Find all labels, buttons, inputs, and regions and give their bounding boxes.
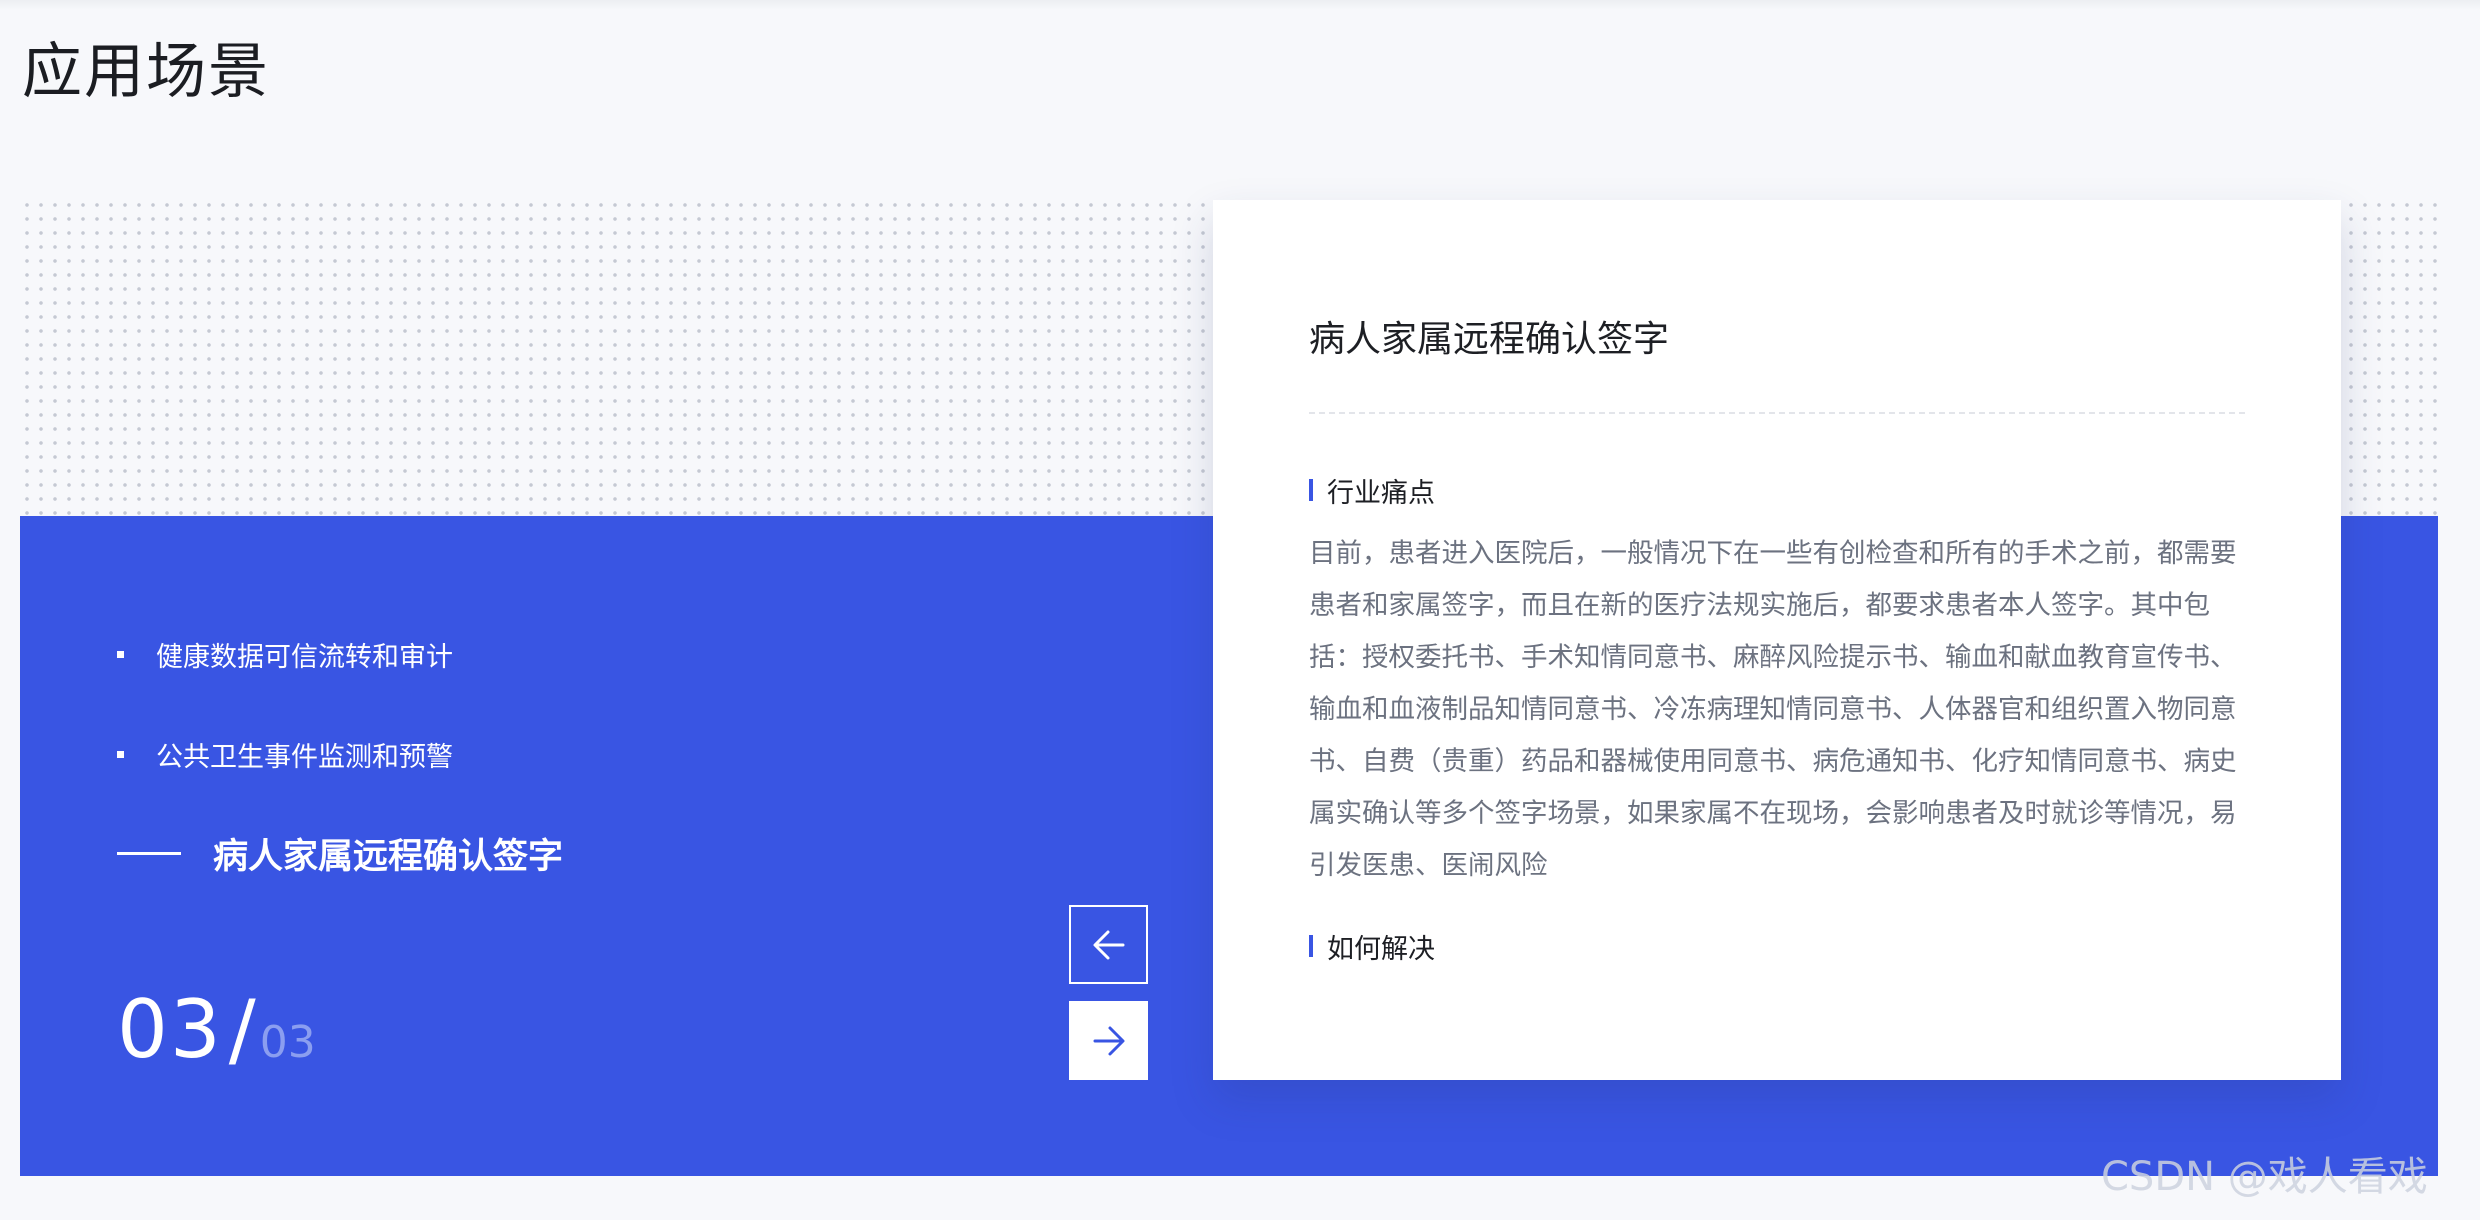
section-heading-solution: 如何解决 — [1309, 926, 1435, 966]
section-heading-pain-points: 行业痛点 — [1309, 470, 1435, 510]
slide-counter-separator: / — [228, 983, 256, 1076]
top-shade — [0, 0, 2480, 10]
section-heading-label: 如何解决 — [1327, 933, 1435, 965]
carousel-item-active[interactable]: 病人家属远程确认签字 — [117, 826, 563, 880]
section-text-pain-points: 目前，患者进入医院后，一般情况下在一些有创检查和所有的手术之前，都需要患者和家属… — [1309, 538, 2237, 881]
bullet-square-icon — [117, 750, 124, 758]
section-marker-icon — [1309, 935, 1313, 957]
scenario-detail-card: 病人家属远程确认签字 行业痛点 目前，患者进入医院后，一般情况下在一些有创检查和… — [1213, 200, 2341, 1080]
bullet-square-icon — [117, 650, 124, 658]
carousel-item-1[interactable]: 健康数据可信流转和审计 — [117, 634, 453, 674]
carousel-active-label: 病人家属远程确认签字 — [213, 836, 564, 877]
watermark: CSDN @戏人看戏 — [2101, 1154, 2428, 1200]
carousel-item-label: 公共卫生事件监测和预警 — [156, 741, 453, 773]
carousel-item-label: 健康数据可信流转和审计 — [156, 641, 453, 673]
arrow-left-icon — [1093, 930, 1124, 959]
slide-counter-current: 03 — [117, 983, 223, 1076]
page-title: 应用场景 — [22, 37, 270, 107]
slide-counter: 03 / 03 — [117, 982, 316, 1078]
active-dash-icon — [117, 851, 181, 855]
next-slide-button[interactable] — [1069, 1001, 1148, 1080]
slide-counter-total: 03 — [259, 1017, 316, 1068]
section-marker-icon — [1309, 479, 1313, 501]
arrow-right-icon — [1093, 1026, 1124, 1055]
carousel-item-2[interactable]: 公共卫生事件监测和预警 — [117, 734, 453, 774]
card-divider — [1309, 412, 2245, 414]
card-title: 病人家属远程确认签字 — [1309, 319, 1670, 360]
prev-slide-button[interactable] — [1069, 905, 1148, 984]
section-heading-label: 行业痛点 — [1327, 477, 1435, 509]
